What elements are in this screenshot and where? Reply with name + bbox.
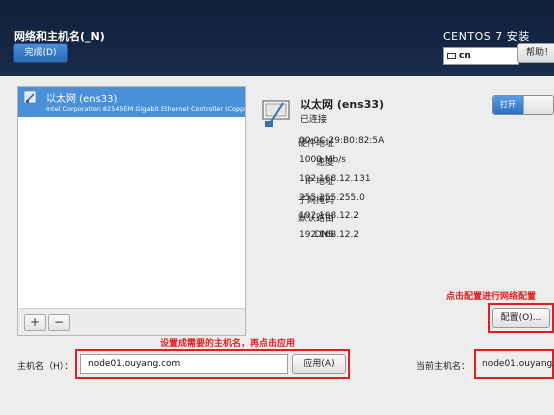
help-button[interactable]: 帮助！: [517, 43, 554, 63]
info-value: 192.168.12.131: [299, 174, 371, 184]
info-row-speed: 速度 1000 Mb/s: [240, 155, 550, 173]
hostname-input[interactable]: [80, 354, 288, 374]
network-card-icon: [262, 100, 290, 127]
info-row-hardware-address: 硬件地址 00:0C:29:B0:82:5A: [240, 136, 550, 154]
device-description: Intel Corporation 82545EM Gigabit Ethern…: [46, 105, 245, 113]
remove-device-button[interactable]: −: [48, 314, 70, 331]
keyboard-layout-label: cn: [459, 51, 471, 61]
info-value: 192.168.12.2: [299, 211, 360, 221]
configure-button[interactable]: 配置(O)...: [492, 308, 550, 328]
current-hostname-label: 当前主机名：: [416, 362, 471, 372]
configure-hint-annotation: 点击配置进行网络配置: [446, 292, 537, 302]
info-value: 192.168.12.2: [299, 230, 360, 240]
connection-status: 已连接: [300, 115, 328, 125]
info-row-subnet-mask: 子网掩码 255.255.255.0: [240, 193, 550, 211]
header-bar: 网络和主机名(_N) 完成(D) CENTOS 7 安装 cn 帮助！: [0, 0, 554, 76]
info-row-default-route: 默认路由 192.168.12.2: [240, 211, 550, 229]
product-title: CENTOS 7 安装: [443, 30, 530, 43]
hostname-label: 主机名（H）：: [17, 362, 74, 372]
keyboard-layout-indicator[interactable]: cn: [443, 47, 519, 65]
info-row-dns: DNS 192.168.12.2: [240, 230, 550, 248]
done-button[interactable]: 完成(D): [13, 43, 68, 63]
info-row-ip-address: IP 地址 192.168.12.131: [240, 174, 550, 192]
apply-button[interactable]: 应用(A): [292, 354, 346, 374]
toggle-knob: [523, 96, 553, 114]
device-toggle-switch[interactable]: 打开: [492, 95, 554, 115]
device-list: 以太网 (ens33) Intel Corporation 82545EM Gi…: [17, 86, 246, 336]
toggle-on-label: 打开: [493, 96, 523, 114]
info-value: 00:0C:29:B0:82:5A: [299, 136, 385, 146]
info-value: 255.255.255.0: [299, 193, 365, 203]
list-item-ens33[interactable]: 以太网 (ens33) Intel Corporation 82545EM Gi…: [18, 87, 245, 117]
info-value: 1000 Mb/s: [299, 155, 346, 165]
keyboard-icon: [447, 52, 456, 59]
device-title: 以太网 (ens33): [300, 98, 385, 111]
ethernet-icon: [24, 91, 36, 103]
page-title: 网络和主机名(_N): [14, 30, 105, 43]
current-hostname-value: node01.ouyang.com: [482, 359, 554, 369]
add-device-button[interactable]: +: [24, 314, 46, 331]
device-name: 以太网 (ens33): [46, 94, 118, 105]
device-list-toolbar: + −: [17, 308, 246, 336]
hostname-hint-annotation: 设置成需要的主机名，再点击应用: [160, 339, 296, 349]
